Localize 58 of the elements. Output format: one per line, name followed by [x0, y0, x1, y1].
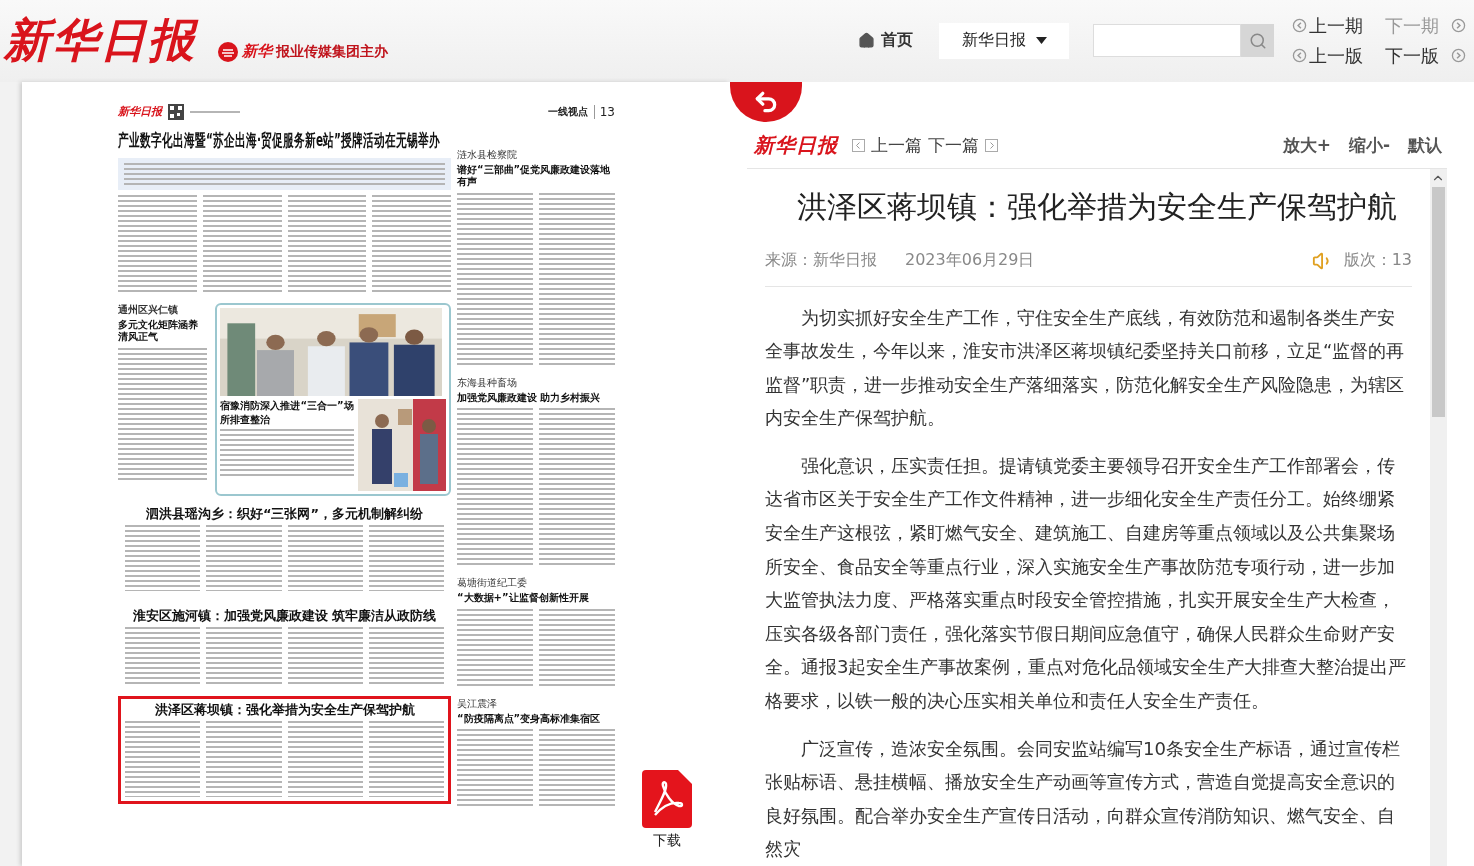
- photo-caption: 宿豫消防深入推进“三合一”场所排查整治: [220, 398, 354, 427]
- headline[interactable]: 谱好“三部曲”促党风廉政建设落地有声: [457, 163, 615, 189]
- headline[interactable]: 加强党风廉政建设 助力乡村振兴: [457, 391, 615, 404]
- publisher-mark: 新华: [242, 42, 272, 62]
- story-block[interactable]: 洪泽区蒋坝镇：强化举措为安全生产保驾护航: [118, 696, 451, 805]
- source-text: 来源：新华日报: [765, 250, 877, 271]
- issue-link[interactable]: 下一版: [1385, 43, 1466, 68]
- publisher-text: 报业传媒集团主办: [276, 42, 388, 61]
- headline[interactable]: 洪泽区蒋坝镇：强化举措为安全生产保驾护航: [125, 702, 444, 719]
- next-article-link[interactable]: 下一篇: [928, 134, 979, 157]
- prev-article-link[interactable]: 上一篇: [871, 134, 922, 157]
- headline[interactable]: 淮安区施河镇：加强党风廉政建设 筑牢廉洁从政防线: [125, 607, 444, 625]
- story-block[interactable]: 淮安区施河镇：加强党风廉政建设 筑牢廉洁从政防线: [118, 601, 451, 693]
- kicker: 通州区兴仁镇: [118, 302, 179, 317]
- chevron-left-icon: [1292, 18, 1307, 34]
- headline[interactable]: “大数据+”让监督创新性开展: [457, 592, 615, 605]
- chevron-right-icon: [1451, 48, 1466, 64]
- home-icon: [858, 32, 875, 50]
- search-field[interactable]: [1093, 24, 1241, 58]
- zoom-out-link[interactable]: 缩小-: [1348, 134, 1390, 157]
- paragraph: 为切实抓好安全生产工作，守住安全生产底线，有效防范和遏制各类生产安全事故发生，今年以来，淮安市洪泽区蒋坝镇纪委坚持关口前移，立足“监督的再监督”职责，进一步推动安全生产落细落实，防范化解安全生产风险隐患，为辖区内安全生产保驾护航。: [765, 305, 1406, 431]
- kicker: 吴江震泽: [457, 696, 498, 711]
- zoom-in-link[interactable]: 放大+: [1282, 134, 1331, 157]
- pdf-icon[interactable]: [642, 769, 692, 828]
- caret-icon: [1035, 37, 1047, 45]
- article-title: 洪泽区蒋坝镇：强化举措为安全生产保驾护航: [796, 187, 1398, 226]
- chevron-right-icon: [985, 139, 998, 152]
- chevron-left-icon: [1292, 48, 1307, 64]
- edition-text: 版次：13: [1343, 250, 1412, 271]
- story-block[interactable]: 泗洪县瑶沟乡：织好“三张网”，多元机制解纠纷: [118, 499, 451, 598]
- kicker: 葛塘街道纪工委: [457, 576, 528, 590]
- headline[interactable]: 泗洪县瑶沟乡：织好“三张网”，多元机制解纠纷: [125, 505, 444, 522]
- kicker: 涟水县检察院: [457, 147, 518, 162]
- search-button[interactable]: [1241, 24, 1274, 58]
- headline[interactable]: 多元文化矩阵涵养清风正气: [118, 318, 208, 344]
- date-line-drawing: [190, 110, 240, 113]
- headline[interactable]: “防疫隔离点”变身高标准集宿区: [457, 712, 615, 725]
- paragraph: 广泛宣传，造浓安全氛围。会同安监站编写10条安全生产标语，通过宣传栏张贴标语、悬挂横幅、播放安全生产动画等宣传方式，营造自觉提高安全意识的良好氛围。配合举办安全生产宣传日活动，向群众宣传消防知识、燃气安全、自然灾: [765, 736, 1401, 862]
- headline[interactable]: 产业数字化出海暨“苏企出海·贸促服务新e站”授牌活动在无锡举办: [118, 129, 451, 151]
- download-label[interactable]: 下载: [653, 831, 681, 850]
- chevron-left-icon: [852, 139, 865, 152]
- issue-link[interactable]: 上一期: [1292, 13, 1363, 38]
- scrollbar[interactable]: [1430, 168, 1447, 866]
- date-text: 2023年06月29日: [905, 250, 1035, 271]
- masthead: 新华日报: [118, 104, 162, 119]
- reset-zoom-link[interactable]: 默认: [1408, 134, 1442, 157]
- chevron-right-icon: [1451, 18, 1466, 34]
- qr-code-icon: [168, 103, 184, 120]
- logo-icon: [218, 41, 238, 62]
- home-link[interactable]: 首页: [858, 30, 913, 52]
- page-number: 13: [593, 104, 615, 119]
- section-name: 一线视点: [547, 104, 588, 119]
- logo: 新华日报: [754, 133, 838, 158]
- kicker: 东海县种畜场: [457, 375, 518, 390]
- search-icon: [1248, 31, 1267, 50]
- edition-select[interactable]: 新华日报: [939, 22, 1069, 59]
- paragraph: 强化意识，压实责任担。提请镇党委主要领导召开安全生产工作部署会，传达省市区关于安全生产工作文件精神，进一步细化安全生产责任分工。始终绷紧安全生产这根弦，紧盯燃气安全、建筑施工、自建房等重点领域以及公共集聚场所安全、食品安全等重点行业，深入实施安全生产事故防范专项行动，进一步加大监管执法力度、严格落实重点时段安全管控措施，扎实开展安全生产大检查，压实各级各部门责任，强化落实节假日期间应急值守，确保人民群众生命财产安全。通报3起安全生产事故案例，重点对危化品领域安全生产大排查大整治提出严格要求，以铁一般的决心压实相关单位和责任人安全生产责任。: [765, 453, 1408, 714]
- issue-link[interactable]: 上一版: [1292, 43, 1363, 68]
